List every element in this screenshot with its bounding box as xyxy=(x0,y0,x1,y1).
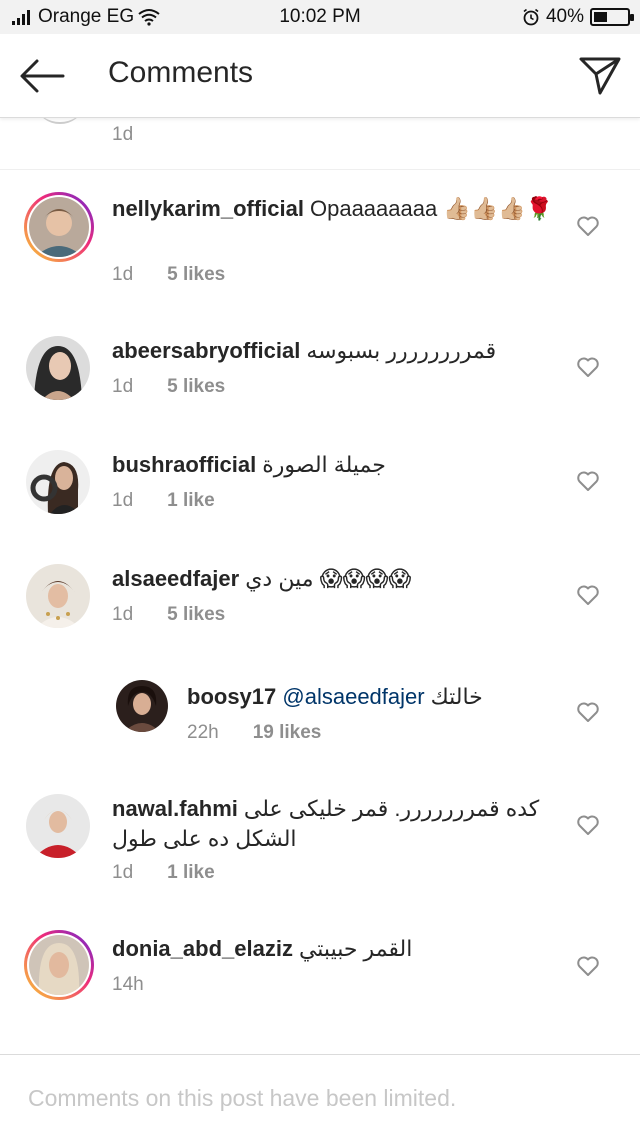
comment-username[interactable]: nawal.fahmi xyxy=(112,796,238,821)
comment-text: Opaaaaaaaa 👍🏼👍🏼👍🏼🌹 xyxy=(309,196,553,221)
avatar[interactable] xyxy=(24,930,94,1000)
back-button[interactable] xyxy=(14,52,70,100)
comment-likes[interactable]: 5 likes xyxy=(167,264,225,286)
profile-photo xyxy=(29,197,89,257)
comment-text: جميلة الصورة xyxy=(262,452,386,477)
comment-time: 1d xyxy=(112,604,134,625)
comment-body: donia_abd_elaziz القمر حبيبتي xyxy=(112,934,560,964)
comment-row: nellykarim_official Opaaaaaaaa 👍🏼👍🏼👍🏼🌹 1d… xyxy=(0,188,640,298)
comment-time: 1d xyxy=(112,264,134,285)
heart-outline-icon[interactable] xyxy=(576,215,600,237)
avatar[interactable] xyxy=(26,450,90,514)
battery-icon xyxy=(590,8,634,26)
comment-time: 22h xyxy=(187,722,219,743)
comment-body: alsaeedfajer مين دي 😱😱😱😱 xyxy=(112,564,560,594)
comment-username[interactable]: donia_abd_elaziz xyxy=(112,936,293,961)
heart-outline-icon[interactable] xyxy=(576,814,600,836)
status-right: 40% xyxy=(522,6,634,28)
comment-body: bushraofficial جميلة الصورة xyxy=(112,450,560,480)
comment-meta: 22h 19 likes xyxy=(187,722,321,744)
status-bar: Orange EG 10:02 PM 40% xyxy=(0,0,640,34)
comment-mention[interactable]: @alsaeedfajer xyxy=(282,684,424,709)
avatar[interactable] xyxy=(24,192,94,262)
comment-row: abeersabryofficial قمرررررررر بسبوسه 1d 5… xyxy=(0,328,640,428)
share-button[interactable] xyxy=(574,52,626,100)
comment-body: abeersabryofficial قمرررررررر بسبوسه xyxy=(112,336,560,366)
comment-time: 1d xyxy=(112,376,134,397)
profile-photo xyxy=(26,564,90,628)
comment-likes[interactable]: 1 like xyxy=(167,862,215,884)
comment-text: القمر حبيبتي xyxy=(298,936,413,961)
comment-time: 1d xyxy=(112,124,134,145)
comment-body: boosy17 @alsaeedfajer خالتك xyxy=(187,682,560,712)
paper-plane-icon xyxy=(579,57,621,95)
comment-text: خالتك xyxy=(430,684,483,709)
comment-time: 14h xyxy=(112,974,144,995)
avatar[interactable] xyxy=(26,564,90,628)
comments-limited-notice: Comments on this post have been limited. xyxy=(28,1085,457,1111)
comment-text: قمرررررررر بسبوسه xyxy=(306,338,497,363)
comment-row: donia_abd_elaziz القمر حبيبتي 14h xyxy=(0,928,640,1028)
heart-outline-icon[interactable] xyxy=(576,356,600,378)
comment-meta: 1d 5 likes xyxy=(112,604,225,626)
comment-likes[interactable]: 1 like xyxy=(167,490,215,512)
heart-outline-icon[interactable] xyxy=(576,584,600,606)
comment-meta: 1d 1 like xyxy=(112,490,215,512)
comment-likes[interactable]: 5 likes xyxy=(167,604,225,626)
avatar[interactable] xyxy=(26,794,90,858)
heart-outline-icon[interactable] xyxy=(576,470,600,492)
profile-photo xyxy=(26,336,90,400)
comment-composer-disabled: Comments on this post have been limited. xyxy=(0,1054,640,1138)
profile-photo xyxy=(26,450,90,514)
avatar[interactable] xyxy=(26,336,90,400)
profile-photo xyxy=(26,794,90,858)
comment-likes[interactable]: 19 likes xyxy=(253,722,322,744)
reply-row: boosy17 @alsaeedfajer خالتك 22h 19 likes xyxy=(0,672,640,772)
comment-meta: 1d 5 likes xyxy=(112,264,225,286)
heart-outline-icon[interactable] xyxy=(576,701,600,723)
comment-likes[interactable]: 5 likes xyxy=(167,376,225,398)
avatar[interactable] xyxy=(116,680,168,732)
profile-photo xyxy=(116,680,168,732)
comment-username[interactable]: bushraofficial xyxy=(112,452,256,477)
app-header: Comments xyxy=(0,34,640,118)
avatar xyxy=(38,118,82,124)
comment-meta: 1d 5 likes xyxy=(112,376,225,398)
comment-meta: 1d 1 like xyxy=(112,862,215,884)
comment-row: bushraofficial جميلة الصورة 1d 1 like xyxy=(0,442,640,542)
alarm-icon xyxy=(523,8,539,26)
comment-row-partial: 1d xyxy=(0,118,640,170)
comment-username[interactable]: alsaeedfajer xyxy=(112,566,239,591)
comment-list[interactable]: 1d nellykarim_official Opaaaaaaaa 👍🏼👍🏼👍🏼🌹 xyxy=(0,118,640,1054)
battery-percent: 40% xyxy=(545,6,584,27)
comment-time: 1d xyxy=(112,490,134,511)
comment-username[interactable]: boosy17 xyxy=(187,684,276,709)
arrow-left-icon xyxy=(20,59,65,93)
comment-text: مين دي 😱😱😱😱 xyxy=(245,566,412,591)
comment-body: nellykarim_official Opaaaaaaaa 👍🏼👍🏼👍🏼🌹 xyxy=(112,194,560,224)
profile-photo xyxy=(29,935,89,995)
comment-meta: 14h xyxy=(112,974,144,996)
comment-username[interactable]: nellykarim_official xyxy=(112,196,304,221)
heart-outline-icon[interactable] xyxy=(576,955,600,977)
comment-username[interactable]: abeersabryofficial xyxy=(112,338,300,363)
page-title: Comments xyxy=(108,56,254,89)
comment-row: alsaeedfajer مين دي 😱😱😱😱 1d 5 likes xyxy=(0,556,640,656)
comment-time: 1d xyxy=(112,862,134,883)
comment-row: nawal.fahmi كده قمررررررر. قمر خليكى على … xyxy=(0,786,640,916)
comment-body: nawal.fahmi كده قمررررررر. قمر خليكى على … xyxy=(112,794,560,854)
